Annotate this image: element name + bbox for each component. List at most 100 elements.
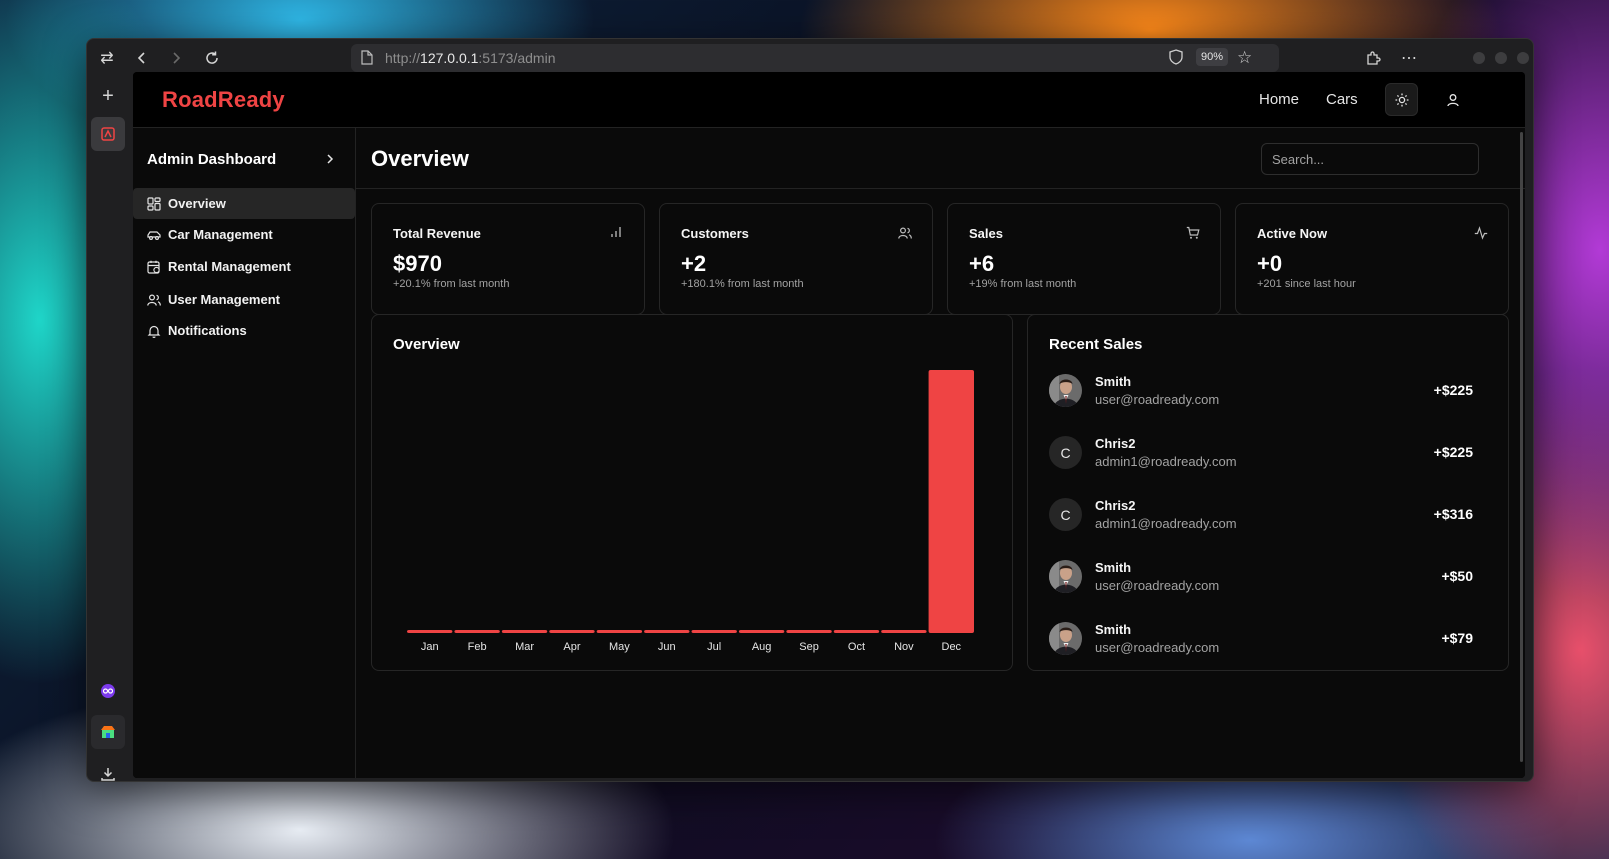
sale-amount: +$225	[1433, 382, 1473, 398]
chart-bar-aug[interactable]	[738, 630, 785, 633]
sale-amount: +$79	[1441, 630, 1473, 646]
address-bar[interactable]: http://127.0.0.1:5173/admin 90% ☆	[351, 44, 1279, 72]
page-icon	[361, 50, 373, 68]
sidebar-item-notifications[interactable]: Notifications	[133, 315, 355, 346]
sidebar-item-car-management[interactable]: Car Management	[133, 219, 355, 250]
forward-button[interactable]	[164, 46, 188, 70]
x-tick-label: May	[609, 641, 630, 653]
reload-button[interactable]	[200, 46, 224, 70]
bookmark-star-icon[interactable]: ☆	[1237, 48, 1252, 68]
sidebar-item-user-management[interactable]: User Management	[133, 284, 355, 315]
chart-bar-mar[interactable]	[501, 630, 548, 633]
stat-card-total-revenue: Total Revenue $970 +20.1% from last mont…	[371, 203, 645, 315]
customer-email: user@roadready.com	[1095, 392, 1220, 407]
recent-sale-row[interactable]: Smith user@roadready.com +$225	[1049, 371, 1473, 411]
browser-window: ⇄ http://127.0.0.1:5173/admin 90% ☆ ⋯ + …	[86, 38, 1534, 782]
more-menu-icon[interactable]: ⋯	[1397, 46, 1421, 70]
stat-title: Active Now	[1257, 226, 1328, 241]
overview-bar-chart: Jan Feb Mar Apr May Jun Jul Aug Sep Oct Nov Dec	[407, 370, 974, 653]
customer-email: admin1@roadready.com	[1095, 454, 1237, 469]
tab-roadready[interactable]	[91, 117, 125, 151]
recent-sales-card: Recent Sales Smith user@roadready.com +$22…	[1027, 314, 1509, 671]
nav-cars-link[interactable]: Cars	[1326, 91, 1358, 108]
url-scheme: http://	[385, 50, 421, 66]
user-icon	[1446, 93, 1459, 106]
user-menu-button[interactable]	[1436, 83, 1469, 116]
x-tick-label: Jul	[707, 641, 721, 653]
zoom-level-badge[interactable]: 90%	[1196, 48, 1229, 66]
x-tick-label: Oct	[848, 641, 865, 653]
close-window-button[interactable]	[1517, 52, 1529, 64]
x-tick-label: Nov	[894, 641, 914, 653]
customer-name: Smith	[1095, 374, 1132, 389]
sidebar-item-overview[interactable]: Overview	[133, 188, 355, 219]
sidebar-item-label: User Management	[168, 292, 280, 307]
avatar-initial: C	[1060, 444, 1071, 461]
chart-bar-dec[interactable]	[928, 370, 974, 633]
url-text: http://127.0.0.1:5173/admin	[385, 50, 555, 66]
new-tab-button[interactable]: +	[91, 79, 125, 113]
stat-subtext: +20.1% from last month	[393, 278, 510, 290]
stat-card-active-now: Active Now +0 +201 since last hour	[1235, 203, 1509, 315]
overview-chart-card: Overview Jan Feb Mar Apr May Jun Jul Aug Sep Oct N…	[371, 314, 1013, 671]
avatar	[1049, 560, 1082, 593]
chart-bar-feb[interactable]	[454, 630, 500, 633]
back-button[interactable]	[130, 46, 154, 70]
avatar	[1049, 374, 1082, 407]
recent-sale-row[interactable]: C Chris2 admin1@roadready.com +$225	[1049, 433, 1473, 473]
x-tick-label: Dec	[942, 641, 962, 653]
extension-tab-icon[interactable]	[91, 674, 125, 708]
chart-bar-jul[interactable]	[691, 630, 737, 633]
url-host: 127.0.0.1	[420, 50, 479, 66]
sidebar-collapse-button[interactable]	[320, 149, 340, 169]
search-input[interactable]	[1261, 143, 1479, 175]
maximize-button[interactable]	[1495, 52, 1507, 64]
layout-dashboard-icon	[147, 196, 161, 211]
stat-value: +2	[681, 251, 707, 276]
customer-email: admin1@roadready.com	[1095, 516, 1237, 531]
recent-sale-row[interactable]: Smith user@roadready.com +$50	[1049, 557, 1473, 597]
chart-bar-oct[interactable]	[833, 630, 880, 633]
main-header: Overview	[356, 128, 1525, 189]
stat-subtext: +180.1% from last month	[681, 278, 804, 290]
store-tab-icon[interactable]	[91, 715, 125, 749]
x-tick-label: Jan	[421, 641, 439, 653]
stat-title: Total Revenue	[393, 226, 481, 241]
stat-card-sales: Sales +6 +19% from last month	[947, 203, 1221, 315]
chart-bar-jan[interactable]	[407, 630, 453, 633]
swap-tabs-icon[interactable]: ⇄	[95, 46, 119, 70]
minimize-button[interactable]	[1473, 52, 1485, 64]
stat-title: Customers	[681, 226, 749, 241]
customer-name: Chris2	[1095, 436, 1136, 451]
sale-amount: +$316	[1433, 506, 1473, 522]
url-path: :5173/admin	[478, 50, 556, 66]
stat-value: +6	[969, 251, 995, 276]
logo[interactable]: RoadReady	[162, 87, 285, 113]
extensions-icon[interactable]	[1361, 46, 1385, 70]
theme-toggle-button[interactable]	[1385, 83, 1418, 116]
chart-bar-sep[interactable]	[786, 630, 832, 633]
stat-subtext: +201 since last hour	[1257, 278, 1356, 290]
nav-home-link[interactable]: Home	[1259, 91, 1299, 108]
users-icon	[147, 293, 161, 307]
shield-icon[interactable]	[1169, 49, 1183, 68]
chart-bar-jun[interactable]	[644, 630, 690, 633]
x-tick-label: Sep	[799, 641, 819, 653]
chart-bar-apr[interactable]	[549, 630, 595, 633]
car-icon	[147, 228, 161, 242]
downloads-icon[interactable]	[91, 757, 125, 781]
stat-title: Sales	[969, 226, 1003, 241]
page-scrollbar[interactable]	[1520, 132, 1523, 762]
sidebar-item-rental-management[interactable]: Rental Management	[133, 251, 355, 282]
sale-amount: +$225	[1433, 444, 1473, 460]
customer-name: Smith	[1095, 560, 1132, 575]
customer-email: user@roadready.com	[1095, 640, 1220, 655]
stat-value: +0	[1257, 251, 1283, 276]
chart-bar-nov[interactable]	[881, 630, 927, 633]
chart-bar-may[interactable]	[596, 630, 643, 633]
calendar-clock-icon	[147, 260, 161, 274]
shopping-cart-icon	[1186, 226, 1200, 240]
recent-sale-row[interactable]: Smith user@roadready.com +$79	[1049, 619, 1473, 659]
sidebar-item-label: Notifications	[168, 323, 247, 338]
recent-sale-row[interactable]: C Chris2 admin1@roadready.com +$316	[1049, 495, 1473, 535]
